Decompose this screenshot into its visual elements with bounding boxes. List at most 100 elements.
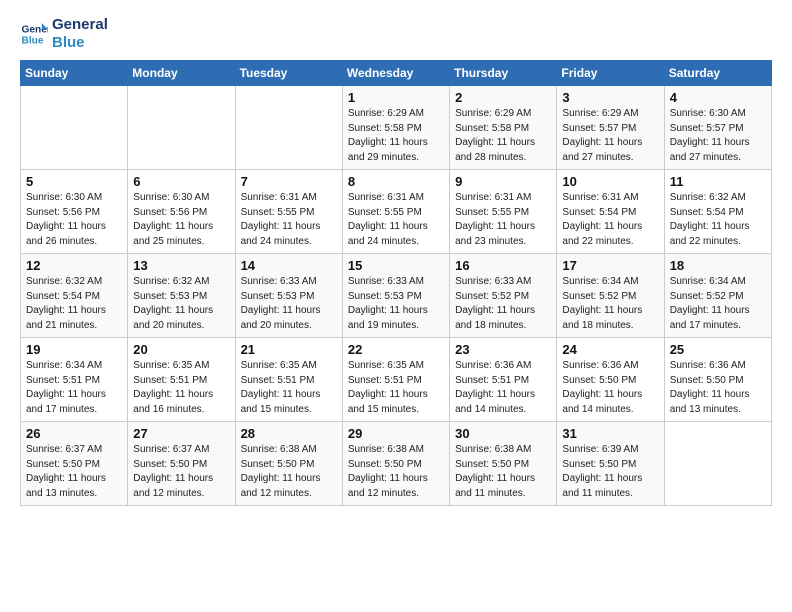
day-info: Sunrise: 6:29 AM Sunset: 5:58 PM Dayligh… (348, 107, 444, 165)
day-number: 26 (26, 426, 122, 441)
calendar-cell: 5 Sunrise: 6:30 AM Sunset: 5:56 PM Daylig… (21, 170, 128, 254)
weekday-header-tuesday: Tuesday (235, 61, 342, 86)
logo-text-line1: General (52, 16, 108, 34)
day-number: 5 (26, 174, 122, 189)
day-number: 31 (562, 426, 658, 441)
day-info: Sunrise: 6:38 AM Sunset: 5:50 PM Dayligh… (241, 443, 337, 501)
svg-text:Blue: Blue (22, 35, 44, 46)
day-info: Sunrise: 6:30 AM Sunset: 5:56 PM Dayligh… (133, 191, 229, 249)
header: General Blue General Blue (20, 16, 772, 52)
day-info: Sunrise: 6:36 AM Sunset: 5:50 PM Dayligh… (670, 359, 766, 417)
calendar-cell: 11 Sunrise: 6:32 AM Sunset: 5:54 PM Dayli… (664, 170, 771, 254)
day-info: Sunrise: 6:33 AM Sunset: 5:53 PM Dayligh… (241, 275, 337, 333)
day-number: 15 (348, 258, 444, 273)
calendar-cell (128, 86, 235, 170)
day-number: 22 (348, 342, 444, 357)
week-row-2: 5 Sunrise: 6:30 AM Sunset: 5:56 PM Daylig… (21, 170, 772, 254)
day-info: Sunrise: 6:37 AM Sunset: 5:50 PM Dayligh… (26, 443, 122, 501)
day-info: Sunrise: 6:32 AM Sunset: 5:54 PM Dayligh… (670, 191, 766, 249)
day-number: 14 (241, 258, 337, 273)
day-info: Sunrise: 6:31 AM Sunset: 5:55 PM Dayligh… (241, 191, 337, 249)
day-number: 19 (26, 342, 122, 357)
day-info: Sunrise: 6:31 AM Sunset: 5:55 PM Dayligh… (348, 191, 444, 249)
day-info: Sunrise: 6:31 AM Sunset: 5:54 PM Dayligh… (562, 191, 658, 249)
week-row-1: 1 Sunrise: 6:29 AM Sunset: 5:58 PM Daylig… (21, 86, 772, 170)
day-number: 30 (455, 426, 551, 441)
logo-text-line2: Blue (52, 34, 108, 52)
day-number: 17 (562, 258, 658, 273)
calendar-cell: 29Sunrise: 6:38 AM Sunset: 5:50 PM Dayli… (342, 422, 449, 506)
week-row-3: 12 Sunrise: 6:32 AM Sunset: 5:54 PM Dayli… (21, 254, 772, 338)
day-number: 11 (670, 174, 766, 189)
calendar-cell: 12 Sunrise: 6:32 AM Sunset: 5:54 PM Dayli… (21, 254, 128, 338)
logo: General Blue General Blue (20, 16, 108, 52)
calendar-cell: 25Sunrise: 6:36 AM Sunset: 5:50 PM Dayli… (664, 338, 771, 422)
day-info: Sunrise: 6:33 AM Sunset: 5:53 PM Dayligh… (348, 275, 444, 333)
calendar-cell: 30 Sunrise: 6:38 AM Sunset: 5:50 PM Dayli… (450, 422, 557, 506)
day-number: 1 (348, 90, 444, 105)
day-info: Sunrise: 6:34 AM Sunset: 5:52 PM Dayligh… (562, 275, 658, 333)
calendar-cell: 27 Sunrise: 6:37 AM Sunset: 5:50 PM Dayli… (128, 422, 235, 506)
weekday-header-row: SundayMondayTuesdayWednesdayThursdayFrid… (21, 61, 772, 86)
week-row-4: 19 Sunrise: 6:34 AM Sunset: 5:51 PM Dayli… (21, 338, 772, 422)
day-info: Sunrise: 6:37 AM Sunset: 5:50 PM Dayligh… (133, 443, 229, 501)
calendar-cell: 19 Sunrise: 6:34 AM Sunset: 5:51 PM Dayli… (21, 338, 128, 422)
day-info: Sunrise: 6:33 AM Sunset: 5:52 PM Dayligh… (455, 275, 551, 333)
day-number: 28 (241, 426, 337, 441)
day-number: 10 (562, 174, 658, 189)
day-info: Sunrise: 6:30 AM Sunset: 5:56 PM Dayligh… (26, 191, 122, 249)
weekday-header-monday: Monday (128, 61, 235, 86)
day-number: 7 (241, 174, 337, 189)
weekday-header-thursday: Thursday (450, 61, 557, 86)
calendar-cell: 8 Sunrise: 6:31 AM Sunset: 5:55 PM Daylig… (342, 170, 449, 254)
day-number: 21 (241, 342, 337, 357)
calendar-cell: 16Sunrise: 6:33 AM Sunset: 5:52 PM Dayli… (450, 254, 557, 338)
day-info: Sunrise: 6:32 AM Sunset: 5:53 PM Dayligh… (133, 275, 229, 333)
day-info: Sunrise: 6:30 AM Sunset: 5:57 PM Dayligh… (670, 107, 766, 165)
calendar-cell: 24Sunrise: 6:36 AM Sunset: 5:50 PM Dayli… (557, 338, 664, 422)
calendar-cell: 31 Sunrise: 6:39 AM Sunset: 5:50 PM Dayli… (557, 422, 664, 506)
calendar-cell: 9Sunrise: 6:31 AM Sunset: 5:55 PM Daylig… (450, 170, 557, 254)
calendar-cell: 26 Sunrise: 6:37 AM Sunset: 5:50 PM Dayli… (21, 422, 128, 506)
day-number: 18 (670, 258, 766, 273)
calendar-cell: 28 Sunrise: 6:38 AM Sunset: 5:50 PM Dayli… (235, 422, 342, 506)
day-info: Sunrise: 6:35 AM Sunset: 5:51 PM Dayligh… (133, 359, 229, 417)
weekday-header-friday: Friday (557, 61, 664, 86)
day-info: Sunrise: 6:29 AM Sunset: 5:58 PM Dayligh… (455, 107, 551, 165)
calendar-cell: 6 Sunrise: 6:30 AM Sunset: 5:56 PM Daylig… (128, 170, 235, 254)
week-row-5: 26 Sunrise: 6:37 AM Sunset: 5:50 PM Dayli… (21, 422, 772, 506)
day-info: Sunrise: 6:38 AM Sunset: 5:50 PM Dayligh… (348, 443, 444, 501)
day-info: Sunrise: 6:39 AM Sunset: 5:50 PM Dayligh… (562, 443, 658, 501)
day-number: 2 (455, 90, 551, 105)
day-number: 23 (455, 342, 551, 357)
day-info: Sunrise: 6:29 AM Sunset: 5:57 PM Dayligh… (562, 107, 658, 165)
day-number: 27 (133, 426, 229, 441)
day-info: Sunrise: 6:32 AM Sunset: 5:54 PM Dayligh… (26, 275, 122, 333)
day-info: Sunrise: 6:31 AM Sunset: 5:55 PM Dayligh… (455, 191, 551, 249)
weekday-header-sunday: Sunday (21, 61, 128, 86)
day-info: Sunrise: 6:34 AM Sunset: 5:51 PM Dayligh… (26, 359, 122, 417)
day-info: Sunrise: 6:38 AM Sunset: 5:50 PM Dayligh… (455, 443, 551, 501)
day-number: 20 (133, 342, 229, 357)
calendar-cell: 18 Sunrise: 6:34 AM Sunset: 5:52 PM Dayli… (664, 254, 771, 338)
calendar-cell (21, 86, 128, 170)
calendar-cell: 7 Sunrise: 6:31 AM Sunset: 5:55 PM Daylig… (235, 170, 342, 254)
day-info: Sunrise: 6:36 AM Sunset: 5:51 PM Dayligh… (455, 359, 551, 417)
calendar-cell: 15 Sunrise: 6:33 AM Sunset: 5:53 PM Dayli… (342, 254, 449, 338)
day-number: 12 (26, 258, 122, 273)
day-info: Sunrise: 6:35 AM Sunset: 5:51 PM Dayligh… (241, 359, 337, 417)
day-number: 8 (348, 174, 444, 189)
logo-icon: General Blue (20, 20, 48, 48)
day-number: 6 (133, 174, 229, 189)
calendar-cell: 2 Sunrise: 6:29 AM Sunset: 5:58 PM Daylig… (450, 86, 557, 170)
weekday-header-wednesday: Wednesday (342, 61, 449, 86)
calendar-cell: 17 Sunrise: 6:34 AM Sunset: 5:52 PM Dayli… (557, 254, 664, 338)
day-number: 13 (133, 258, 229, 273)
day-info: Sunrise: 6:34 AM Sunset: 5:52 PM Dayligh… (670, 275, 766, 333)
calendar-cell: 1 Sunrise: 6:29 AM Sunset: 5:58 PM Daylig… (342, 86, 449, 170)
calendar-cell: 14 Sunrise: 6:33 AM Sunset: 5:53 PM Dayli… (235, 254, 342, 338)
calendar-cell (235, 86, 342, 170)
calendar-cell: 23 Sunrise: 6:36 AM Sunset: 5:51 PM Dayli… (450, 338, 557, 422)
day-info: Sunrise: 6:36 AM Sunset: 5:50 PM Dayligh… (562, 359, 658, 417)
calendar-cell: 4Sunrise: 6:30 AM Sunset: 5:57 PM Daylig… (664, 86, 771, 170)
